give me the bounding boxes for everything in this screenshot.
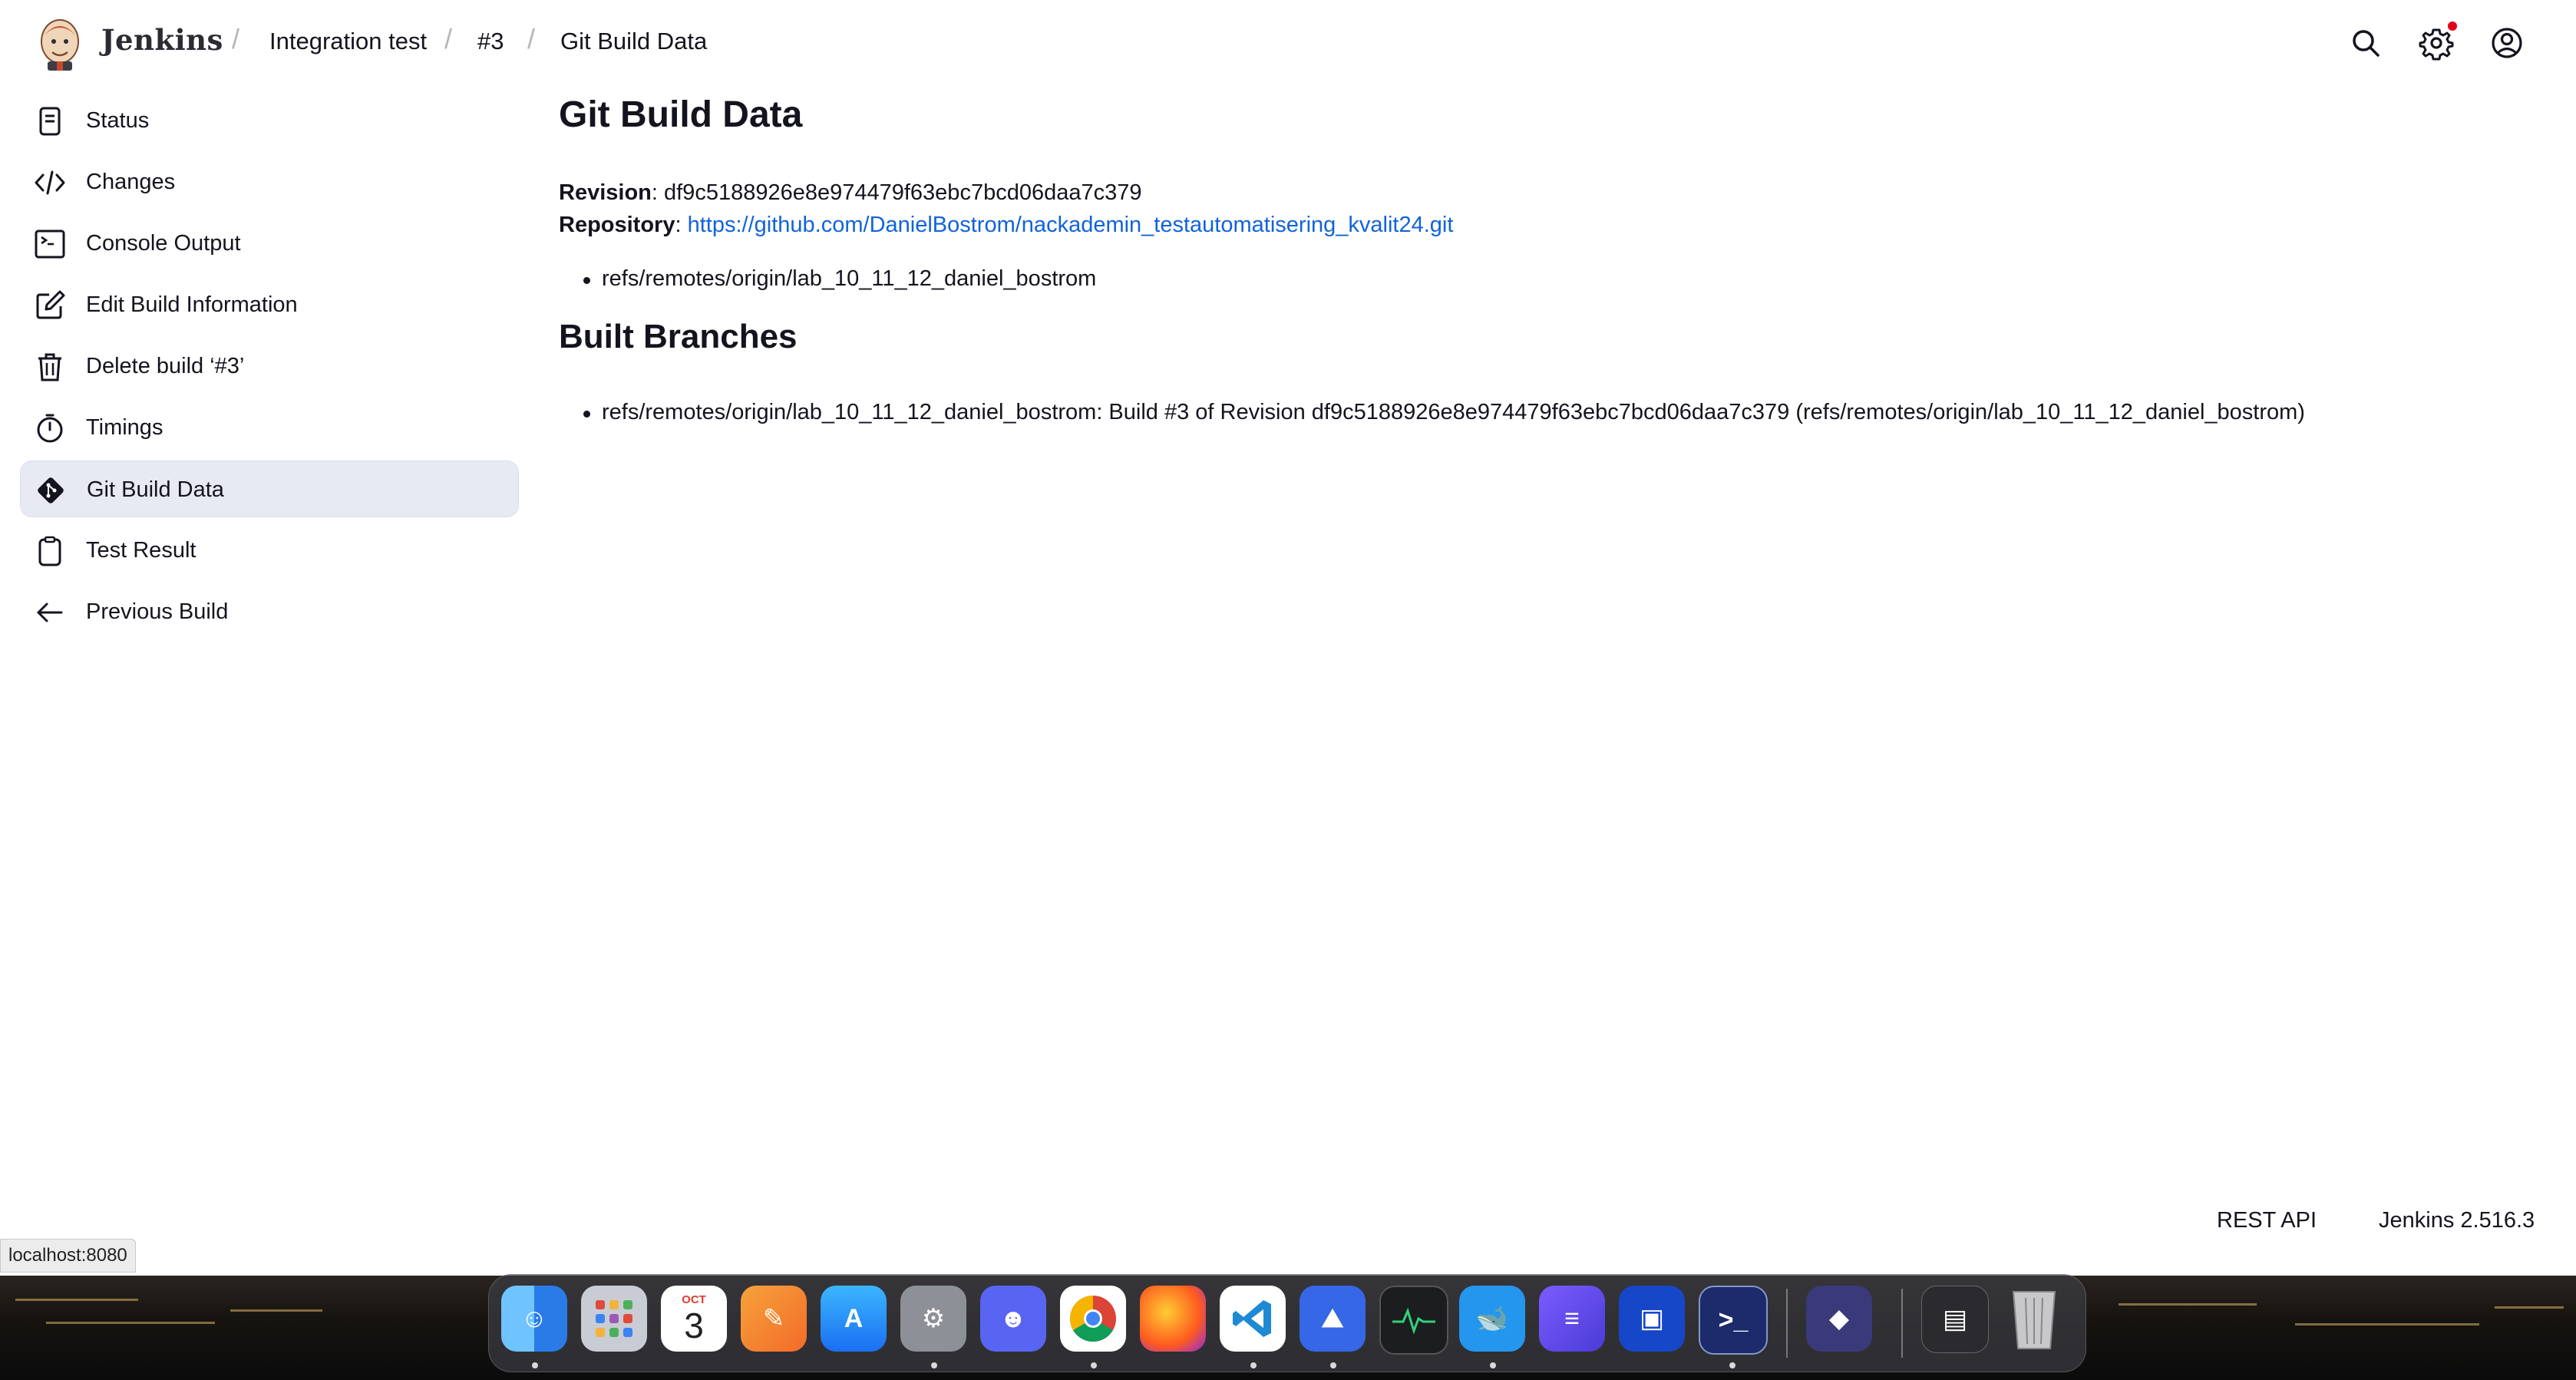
- revision-line: Revision: df9c5188926e8e974479f63ebc7bcd…: [559, 180, 1142, 205]
- terminal-icon: [34, 228, 66, 260]
- breadcrumb-current[interactable]: Git Build Data: [560, 28, 707, 55]
- sidebar-item-status[interactable]: Status: [20, 92, 519, 149]
- sidebar-item-label: Git Build Data: [87, 477, 224, 502]
- sidebar-item-label: Changes: [86, 170, 176, 194]
- launchpad-icon[interactable]: [581, 1286, 647, 1352]
- sidebar-item-edit-build-information[interactable]: Edit Build Information: [20, 276, 519, 333]
- firefox-icon[interactable]: [1140, 1286, 1206, 1352]
- list-item: refs/remotes/origin/lab_10_11_12_daniel_…: [583, 400, 2305, 424]
- status-url-tooltip: localhost:8080: [0, 1239, 136, 1273]
- running-indicator: [1729, 1362, 1735, 1368]
- jenkins-version-button[interactable]: Jenkins 2.516.3: [2379, 1208, 2535, 1233]
- notification-dot: [2448, 21, 2457, 31]
- built-branches-title: Built Branches: [559, 318, 798, 355]
- document-icon: [34, 105, 66, 137]
- user-icon[interactable]: [2487, 23, 2527, 63]
- app-store-icon[interactable]: A: [821, 1286, 887, 1352]
- running-indicator: [1250, 1362, 1257, 1368]
- sidebar-item-label: Console Output: [86, 231, 241, 256]
- sidebar-item-console-output[interactable]: Console Output: [20, 215, 519, 272]
- docker-icon[interactable]: 🐋: [1459, 1286, 1525, 1352]
- breadcrumb-separator: /: [527, 23, 536, 54]
- breadcrumb-job[interactable]: Integration test: [269, 28, 427, 55]
- git-icon: [35, 474, 67, 507]
- arrow-left-icon: [34, 596, 66, 629]
- search-icon[interactable]: [2346, 23, 2386, 63]
- edit-icon: [34, 289, 66, 322]
- jenkins-page: Jenkins / Integration test / #3 / Git Bu…: [0, 0, 2576, 1276]
- calendar-icon[interactable]: OCT 3: [661, 1286, 727, 1352]
- running-indicator: [532, 1362, 538, 1368]
- finder-icon[interactable]: ☺: [501, 1286, 567, 1352]
- running-indicator: [1330, 1362, 1336, 1368]
- jenkins-logo-icon[interactable]: [34, 14, 86, 72]
- vscode-icon[interactable]: [1220, 1286, 1286, 1352]
- brand-name[interactable]: Jenkins: [101, 23, 223, 57]
- revision-value: df9c5188926e8e974479f63ebc7bcd06daa7c379: [664, 180, 1142, 205]
- sidebar-item-delete-build[interactable]: Delete build ‘#3’: [20, 338, 519, 395]
- stopwatch-icon: [34, 412, 66, 444]
- pages-icon[interactable]: ✎: [741, 1286, 807, 1352]
- repository-link[interactable]: https://github.com/DanielBostrom/nackade…: [688, 213, 1454, 237]
- nordvpn-icon[interactable]: ⛰: [1300, 1286, 1366, 1352]
- discord-icon[interactable]: ☻: [980, 1286, 1046, 1352]
- clipboard-icon: [34, 535, 66, 567]
- code-icon: [34, 167, 66, 199]
- repository-label: Repository: [559, 213, 675, 237]
- mirror-icon[interactable]: ▣: [1619, 1286, 1685, 1352]
- sidebar-item-label: Delete build ‘#3’: [86, 354, 245, 378]
- linear-icon[interactable]: ≡: [1539, 1286, 1605, 1352]
- top-bar: Jenkins / Integration test / #3 / Git Bu…: [0, 0, 2576, 86]
- sidebar-item-test-result[interactable]: Test Result: [20, 522, 519, 579]
- sidebar-item-label: Test Result: [86, 538, 197, 563]
- trash-icon: [34, 351, 66, 383]
- dock: ☺ OCT 3 ✎ A ⚙ ☻ ⛰ 🐋 ≡ ▣ >_ ◆ ▤: [488, 1274, 2086, 1372]
- chrome-icon[interactable]: [1060, 1286, 1126, 1352]
- terminal-app-icon[interactable]: >_: [1699, 1286, 1768, 1355]
- repository-line: Repository: https://github.com/DanielBos…: [559, 213, 1454, 237]
- sidebar-item-changes[interactable]: Changes: [20, 154, 519, 210]
- list-item: refs/remotes/origin/lab_10_11_12_daniel_…: [583, 266, 1097, 291]
- dock-separator: [1901, 1289, 1903, 1358]
- sidebar-item-label: Timings: [86, 415, 163, 440]
- calendar-day: 3: [684, 1306, 704, 1345]
- page-title: Git Build Data: [559, 94, 803, 135]
- running-indicator: [1091, 1362, 1097, 1368]
- trash-app-icon[interactable]: [2001, 1286, 2067, 1352]
- running-indicator: [931, 1362, 937, 1368]
- sidebar-item-label: Previous Build: [86, 599, 229, 624]
- proton-icon[interactable]: ◆: [1806, 1286, 1872, 1352]
- sidebar-item-label: Edit Build Information: [86, 292, 298, 317]
- breadcrumb-build[interactable]: #3: [477, 28, 504, 55]
- breadcrumb-separator: /: [444, 23, 453, 54]
- breadcrumb-separator: /: [232, 23, 240, 54]
- sidebar-item-previous-build[interactable]: Previous Build: [20, 583, 519, 640]
- sidebar-item-timings[interactable]: Timings: [20, 399, 519, 456]
- activity-monitor-icon[interactable]: [1379, 1286, 1448, 1355]
- rest-api-link[interactable]: REST API: [2217, 1208, 2317, 1233]
- revision-label: Revision: [559, 180, 652, 205]
- system-settings-icon[interactable]: ⚙: [900, 1286, 966, 1352]
- sidebar-item-label: Status: [86, 108, 150, 133]
- running-indicator: [1490, 1362, 1496, 1368]
- sidebar-item-git-build-data[interactable]: Git Build Data: [20, 461, 519, 517]
- preview-icon[interactable]: ▤: [1921, 1286, 1989, 1353]
- dock-separator: [1786, 1289, 1788, 1358]
